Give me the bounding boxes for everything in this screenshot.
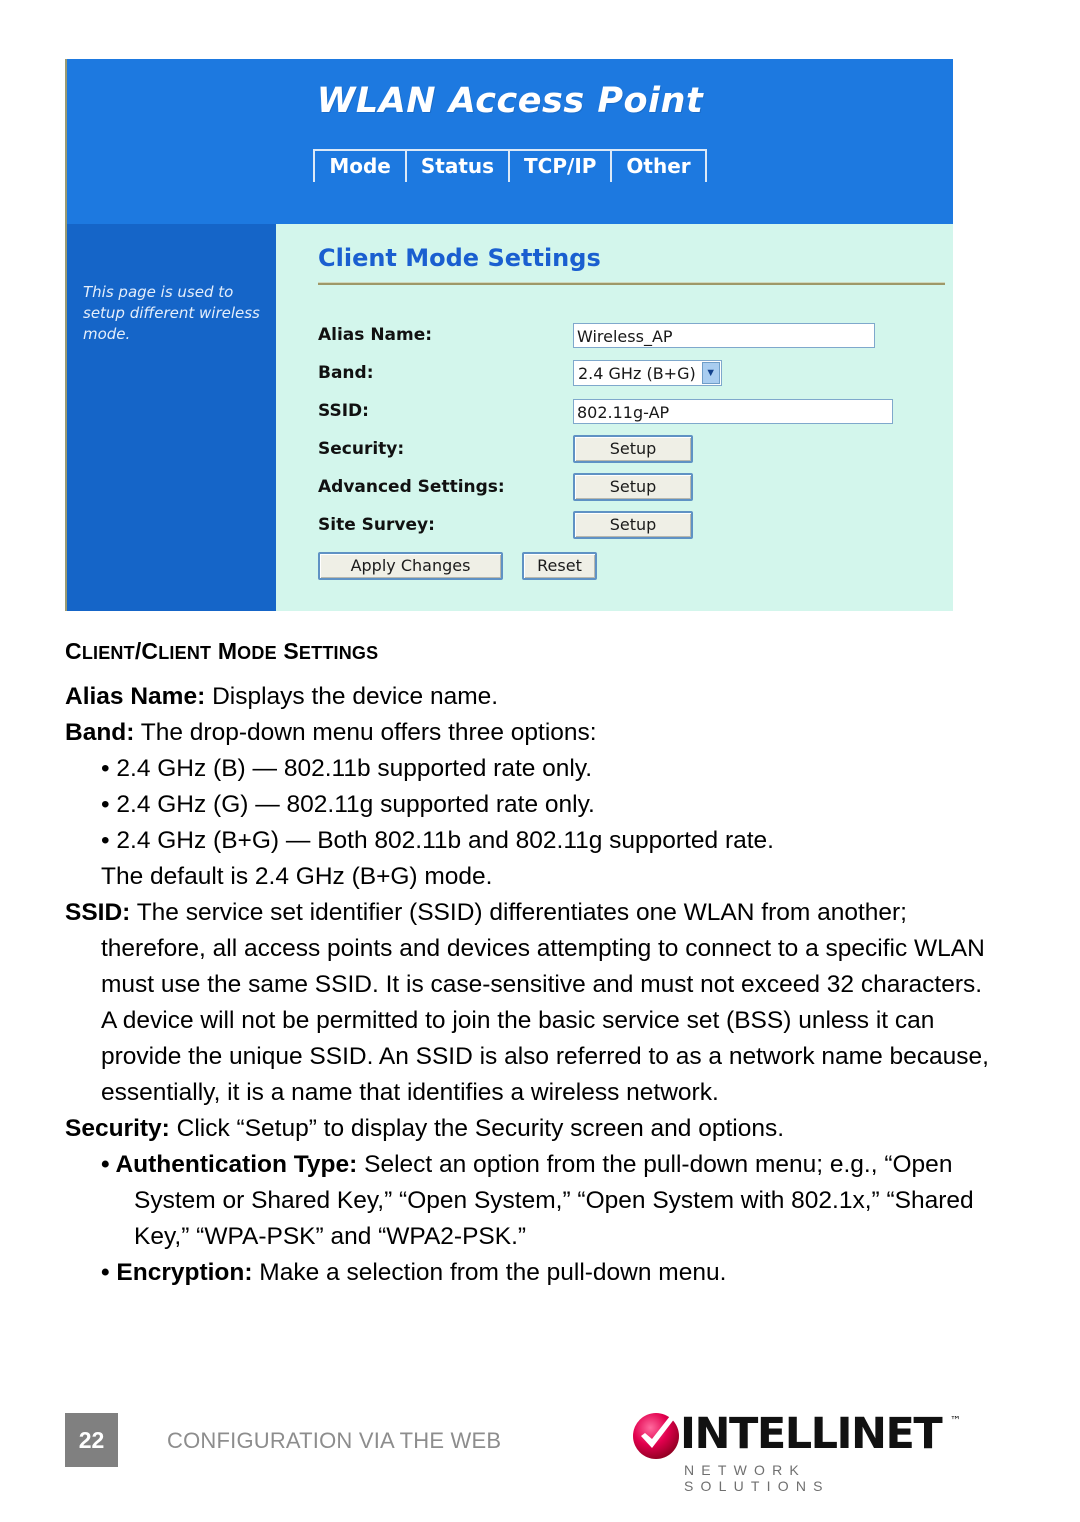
panel-divider bbox=[318, 282, 945, 285]
sidebar: This page is used to setup different wir… bbox=[67, 224, 276, 611]
section-heading: CLIENT/CLIENT MODE SETTINGS bbox=[65, 638, 1000, 665]
settings-panel: Client Mode Settings Alias Name: Wireles… bbox=[276, 224, 953, 611]
form-row-security: Security: Setup bbox=[318, 430, 945, 468]
ssid-label: SSID: bbox=[318, 401, 369, 421]
nav-tabs: Mode Status TCP/IP Other bbox=[67, 149, 953, 182]
text-encryption: Make a selection from the pull-down menu… bbox=[252, 1259, 727, 1286]
advanced-settings-label: Advanced Settings: bbox=[318, 477, 505, 497]
band-label: Band: bbox=[318, 363, 374, 383]
term-security: Security: bbox=[65, 1115, 170, 1142]
form-row-ssid: SSID: 802.11g-AP bbox=[318, 392, 945, 430]
form-row-alias: Alias Name: Wireless_AP bbox=[318, 316, 945, 354]
term-ssid: SSID: bbox=[65, 899, 131, 926]
tab-tcpip[interactable]: TCP/IP bbox=[510, 149, 613, 182]
heading-s: S bbox=[283, 638, 299, 664]
security-label: Security: bbox=[318, 439, 405, 459]
term-authentication-type: • Authentication Type: bbox=[101, 1151, 358, 1178]
term-band: Band: bbox=[65, 719, 135, 746]
paragraph-band: Band: The drop-down menu offers three op… bbox=[65, 715, 1000, 751]
band-select-value: 2.4 GHz (B+G) bbox=[578, 363, 696, 383]
bullet-authentication-type: • Authentication Type: Select an option … bbox=[65, 1147, 1000, 1255]
alias-name-label: Alias Name: bbox=[318, 325, 433, 345]
intellinet-logo: INTELLINET ™ NETWORK SOLUTIONS bbox=[632, 1408, 962, 1494]
heading-c2: C bbox=[141, 638, 159, 664]
chevron-down-icon: ▼ bbox=[701, 362, 720, 384]
site-survey-setup-button[interactable]: Setup bbox=[573, 511, 693, 539]
panel-title: Client Mode Settings bbox=[318, 244, 601, 272]
checkmark-circle-icon bbox=[633, 1413, 679, 1459]
alias-name-input[interactable]: Wireless_AP bbox=[573, 322, 875, 348]
term-alias-name: Alias Name: bbox=[65, 683, 206, 710]
sidebar-help-text: This page is used to setup different wir… bbox=[83, 283, 260, 343]
brand-trademark: ™ bbox=[950, 1414, 961, 1427]
heading-lient1: LIENT bbox=[81, 643, 135, 663]
text-alias-name: Displays the device name. bbox=[205, 683, 499, 710]
apply-changes-button[interactable]: Apply Changes bbox=[318, 552, 503, 580]
heading-c1: C bbox=[65, 638, 82, 664]
app-title: WLAN Access Point bbox=[316, 81, 704, 121]
article-body: CLIENT/CLIENT MODE SETTINGS Alias Name: … bbox=[65, 638, 1000, 1291]
page-footer: 22 CONFIGURATION VIA THE WEB INTELLINET … bbox=[0, 1400, 1080, 1500]
tab-other[interactable]: Other bbox=[612, 149, 707, 182]
wlan-access-point-screenshot: WLAN Access Point Mode Status TCP/IP Oth… bbox=[65, 59, 953, 611]
brand-name: INTELLINET bbox=[680, 1409, 943, 1459]
advanced-setup-button[interactable]: Setup bbox=[573, 473, 693, 501]
site-survey-label: Site Survey: bbox=[318, 515, 435, 535]
paragraph-alias-name: Alias Name: Displays the device name. bbox=[65, 679, 1000, 715]
reset-button[interactable]: Reset bbox=[522, 552, 597, 580]
brand-tagline: NETWORK SOLUTIONS bbox=[684, 1462, 830, 1494]
screenshot-body: This page is used to setup different wir… bbox=[67, 224, 953, 611]
bullet-band-bg: • 2.4 GHz (B+G) — Both 802.11b and 802.1… bbox=[101, 827, 774, 854]
form-row-advanced: Advanced Settings: Setup bbox=[318, 468, 945, 506]
bullet-band-g: • 2.4 GHz (G) — 802.11g supported rate o… bbox=[101, 791, 595, 818]
security-setup-button[interactable]: Setup bbox=[573, 435, 693, 463]
tab-mode[interactable]: Mode bbox=[313, 149, 407, 182]
screenshot-header: WLAN Access Point Mode Status TCP/IP Oth… bbox=[67, 59, 953, 224]
heading-lient2: LIENT bbox=[158, 643, 212, 663]
text-band: The drop-down menu offers three options: bbox=[134, 719, 597, 746]
paragraph-security: Security: Click “Setup” to display the S… bbox=[65, 1111, 1000, 1147]
term-encryption: • Encryption: bbox=[101, 1259, 253, 1286]
form-actions: Apply Changes Reset bbox=[318, 552, 945, 580]
heading-ode: ODE bbox=[237, 643, 277, 663]
bullet-band-b: • 2.4 GHz (B) — 802.11b supported rate o… bbox=[101, 755, 593, 782]
client-mode-form: Alias Name: Wireless_AP Band: 2.4 GHz (B… bbox=[318, 316, 945, 580]
page-number-badge: 22 bbox=[65, 1413, 118, 1467]
ssid-input[interactable]: 802.11g-AP bbox=[573, 398, 893, 424]
form-row-band: Band: 2.4 GHz (B+G) ▼ bbox=[318, 354, 945, 392]
band-default-note: The default is 2.4 GHz (B+G) mode. bbox=[101, 863, 493, 890]
heading-m: M bbox=[217, 638, 238, 664]
text-ssid: The service set identifier (SSID) differ… bbox=[101, 899, 989, 1106]
footer-section-label: CONFIGURATION VIA THE WEB bbox=[167, 1428, 502, 1453]
form-row-sitesurvey: Site Survey: Setup bbox=[318, 506, 945, 544]
paragraph-ssid: SSID: The service set identifier (SSID) … bbox=[65, 895, 1000, 1111]
text-security: Click “Setup” to display the Security sc… bbox=[169, 1115, 785, 1142]
heading-ettings: ETTINGS bbox=[298, 643, 379, 663]
band-select[interactable]: 2.4 GHz (B+G) ▼ bbox=[573, 360, 722, 386]
bullet-encryption: • Encryption: Make a selection from the … bbox=[65, 1255, 1000, 1291]
tab-status[interactable]: Status bbox=[406, 149, 511, 182]
